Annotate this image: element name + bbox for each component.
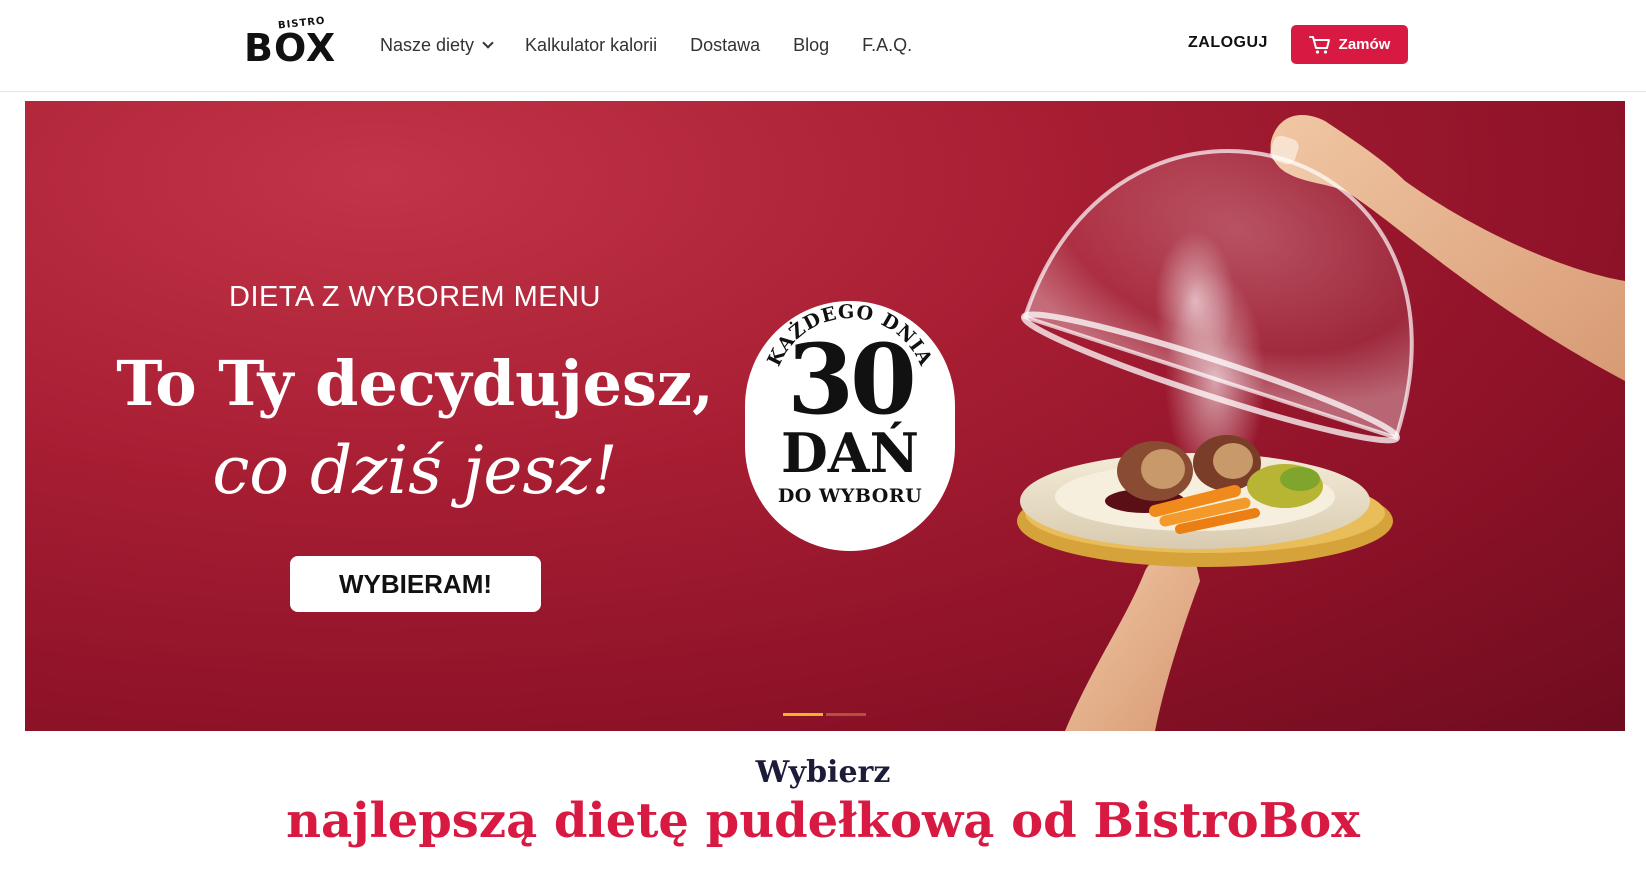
login-link[interactable]: ZALOGUJ bbox=[1188, 34, 1268, 52]
hero-title: To Ty decydujesz, bbox=[116, 347, 714, 420]
slider-dots bbox=[783, 713, 869, 716]
order-button[interactable]: Zamów bbox=[1291, 25, 1408, 64]
thirty-dishes-badge: KAŻDEGO DNIA 30 DAŃ DO WYBORU bbox=[745, 301, 955, 551]
hero-eyebrow: DIETA Z WYBOREM MENU bbox=[229, 281, 601, 313]
nav-nasze-diety[interactable]: Nasze diety bbox=[380, 34, 494, 56]
nav-label: Dostawa bbox=[690, 34, 761, 55]
badge-number: 30 bbox=[787, 323, 917, 436]
badge-word: DAŃ bbox=[780, 421, 920, 485]
wybieram-button[interactable]: WYBIERAM! bbox=[290, 556, 541, 612]
section-title: najlepszą dietę pudełkową od BistroBox bbox=[286, 793, 1360, 849]
nav-blog[interactable]: Blog bbox=[793, 35, 829, 56]
nav-faq[interactable]: F.A.Q. bbox=[862, 35, 912, 56]
order-label: Zamów bbox=[1338, 36, 1391, 53]
hero-banner: DIETA Z WYBOREM MENU To Ty decydujesz, c… bbox=[25, 101, 1625, 731]
nav-kalkulator-kalorii[interactable]: Kalkulator kalorii bbox=[525, 35, 657, 56]
nav-dostawa[interactable]: Dostawa bbox=[690, 35, 760, 56]
site-header: BISTRO BOX Nasze diety Kalkulator kalori… bbox=[0, 0, 1646, 92]
section-kicker: Wybierz bbox=[755, 755, 891, 790]
nav-label: Blog bbox=[793, 34, 830, 55]
main-nav: Nasze diety Kalkulator kalorii Dostawa B… bbox=[380, 30, 945, 60]
slide-dot-active[interactable] bbox=[783, 713, 823, 716]
nav-label: Nasze diety bbox=[380, 34, 475, 55]
hero-script-title: co dziś jesz! bbox=[212, 432, 618, 509]
logo-main-text: BOX bbox=[244, 26, 337, 70]
nav-label: F.A.Q. bbox=[862, 34, 913, 55]
badge-subtitle: DO WYBORU bbox=[777, 485, 923, 507]
cloche-food-image bbox=[1017, 115, 1625, 731]
chevron-down-icon bbox=[482, 36, 494, 49]
slide-dot[interactable] bbox=[826, 713, 866, 716]
nav-label: Kalkulator kalorii bbox=[525, 34, 658, 55]
bistrobox-logo[interactable]: BISTRO BOX bbox=[244, 16, 360, 70]
cart-icon bbox=[1308, 35, 1330, 54]
